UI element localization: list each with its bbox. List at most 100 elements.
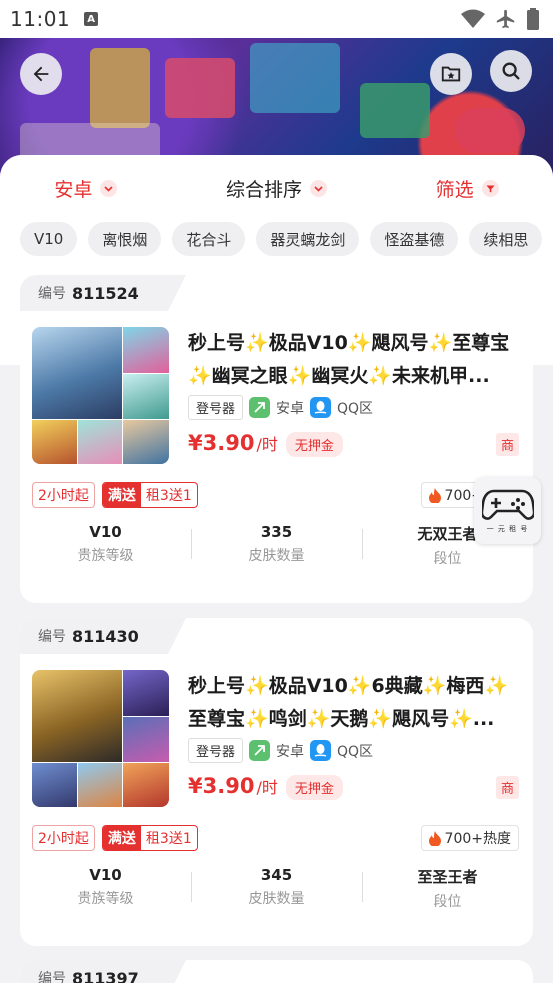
wifi-icon (461, 9, 485, 28)
heat-badge: 700+热度 (420, 825, 519, 851)
price-value: ¥3.90 (188, 431, 255, 455)
flame-icon (428, 830, 441, 846)
listing-stats: V10 贵族等级 345 皮肤数量 至圣王者 段位 (20, 866, 533, 911)
merchant-badge: 商 (496, 776, 519, 799)
listing-title: 秒上号✨极品V10✨飓风号✨至尊宝 ✨幽冥之眼✨幽冥火✨未来机甲... (188, 332, 510, 387)
listing-id: 编号 811524 (20, 275, 186, 311)
price-value: ¥3.90 (188, 774, 255, 798)
arrow-left-icon (33, 66, 49, 82)
listing-stats: V10 贵族等级 335 皮肤数量 无双王者 段位 (20, 523, 533, 568)
price-unit: /时 (256, 435, 278, 454)
banner-art (360, 83, 430, 138)
back-button[interactable] (20, 53, 62, 95)
qq-icon (310, 740, 332, 761)
status-time: 11:01 (10, 7, 71, 31)
skin-image (123, 763, 169, 807)
merchant-badge: 商 (496, 433, 519, 456)
skin-image (32, 327, 122, 419)
promo-badge: 满送 租3送1 (101, 482, 198, 508)
favorites-button[interactable] (430, 53, 472, 95)
min-rent-tag: 2小时起 (32, 482, 95, 508)
chip-xuxiangsi[interactable]: 续相思 (469, 222, 543, 256)
stat-skin-count: 345 皮肤数量 (191, 866, 362, 911)
stat-noble-level: V10 贵族等级 (77, 523, 134, 564)
listing-tags: 登号器 安卓 QQ区 (188, 395, 373, 420)
id-label: 编号 (38, 629, 66, 645)
skin-image (32, 763, 122, 807)
flame-icon (428, 487, 441, 503)
chevron-down-icon (100, 180, 118, 197)
os-label: 安卓 (276, 400, 305, 417)
folder-star-icon (441, 66, 461, 82)
qq-icon (310, 397, 332, 418)
id-label: 编号 (38, 286, 66, 302)
deposit-badge: 无押金 (285, 432, 343, 457)
promo-tags: 2小时起 满送 租3送1 (32, 482, 198, 508)
chip-guaidao[interactable]: 怪盗基德 (370, 222, 459, 256)
stat-noble-level: V10 贵族等级 (77, 866, 134, 907)
chevron-down-icon (309, 180, 327, 197)
login-tool-tag: 登号器 (188, 738, 244, 763)
keyboard-a-icon: A (84, 12, 99, 26)
search-icon (502, 62, 520, 80)
price-unit: /时 (256, 778, 278, 797)
promo-tags: 2小时起 满送 租3送1 (32, 825, 198, 851)
sort-row: 安卓 综合排序 筛选 (0, 175, 553, 202)
chip-lihenyan[interactable]: 离恨烟 (88, 222, 162, 256)
listing-tags: 登号器 安卓 QQ区 (188, 738, 373, 763)
chip-huahedou[interactable]: 花合斗 (172, 222, 246, 256)
id-value: 811524 (72, 283, 139, 303)
battery-icon (527, 8, 539, 30)
id-value: 811430 (72, 626, 139, 646)
skin-image (32, 420, 122, 464)
price: ¥3.90 /时 无押金 (188, 431, 343, 457)
stat-rank: 至圣王者 段位 (362, 866, 533, 911)
min-rent-tag: 2小时起 (32, 825, 95, 851)
skin-image (123, 374, 169, 419)
sort-label: 综合排序 (225, 179, 302, 201)
quick-filter-chips: V10 离恨烟 花合斗 器灵螭龙剑 怪盗基德 续相思 (20, 222, 543, 256)
chip-v10[interactable]: V10 (20, 222, 78, 256)
platform-label: 安卓 (54, 179, 93, 201)
platform-dropdown[interactable]: 安卓 (54, 175, 118, 202)
skin-image (32, 670, 122, 762)
floating-game-widget[interactable]: 一 元 租 号 (474, 477, 541, 544)
android-icon (249, 397, 271, 418)
listing-id: 编号 811430 (20, 618, 186, 654)
listing-card[interactable]: 编号 811524 秒上号✨极品V10✨飓风号✨至尊宝 ✨幽冥之眼✨幽冥火✨未来机… (20, 275, 533, 603)
price: ¥3.90 /时 无押金 (188, 774, 343, 800)
airplane-icon (496, 9, 515, 29)
widget-caption: 一 元 租 号 (486, 524, 529, 533)
banner-art (165, 58, 235, 118)
stat-skin-count: 335 皮肤数量 (191, 523, 362, 568)
os-label: 安卓 (276, 743, 305, 760)
listing-thumbnail (32, 327, 169, 464)
skin-image (123, 670, 169, 716)
filter-button[interactable]: 筛选 (436, 175, 499, 202)
banner-art (455, 108, 525, 153)
deposit-badge: 无押金 (285, 775, 343, 800)
sort-dropdown[interactable]: 综合排序 (226, 175, 327, 202)
promo-badge: 满送 租3送1 (101, 825, 198, 851)
skin-image (123, 717, 169, 762)
banner-art (250, 43, 340, 113)
zone-label: QQ区 (337, 400, 374, 417)
listing-id: 编号 811397 (20, 960, 186, 983)
id-value: 811397 (72, 968, 139, 983)
login-tool-tag: 登号器 (188, 395, 244, 420)
funnel-icon (481, 180, 499, 197)
zone-label: QQ区 (337, 743, 374, 760)
listing-card[interactable]: 编号 811397 (20, 960, 533, 983)
status-bar: 11:01 A (0, 0, 553, 38)
banner-art (90, 48, 150, 128)
android-icon (249, 740, 271, 761)
gamepad-icon (481, 489, 534, 520)
filter-label: 筛选 (435, 179, 474, 201)
listing-thumbnail (32, 670, 169, 807)
skin-image (123, 327, 169, 373)
search-button[interactable] (490, 50, 532, 92)
listing-title: 秒上号✨极品V10✨6典藏✨梅西✨ 至尊宝✨鸣剑✨天鹅✨飓风号✨... (188, 675, 509, 730)
skin-image (123, 420, 169, 464)
listing-card[interactable]: 编号 811430 秒上号✨极品V10✨6典藏✨梅西✨ 至尊宝✨鸣剑✨天鹅✨飓风号… (20, 618, 533, 946)
chip-qiling[interactable]: 器灵螭龙剑 (256, 222, 360, 256)
